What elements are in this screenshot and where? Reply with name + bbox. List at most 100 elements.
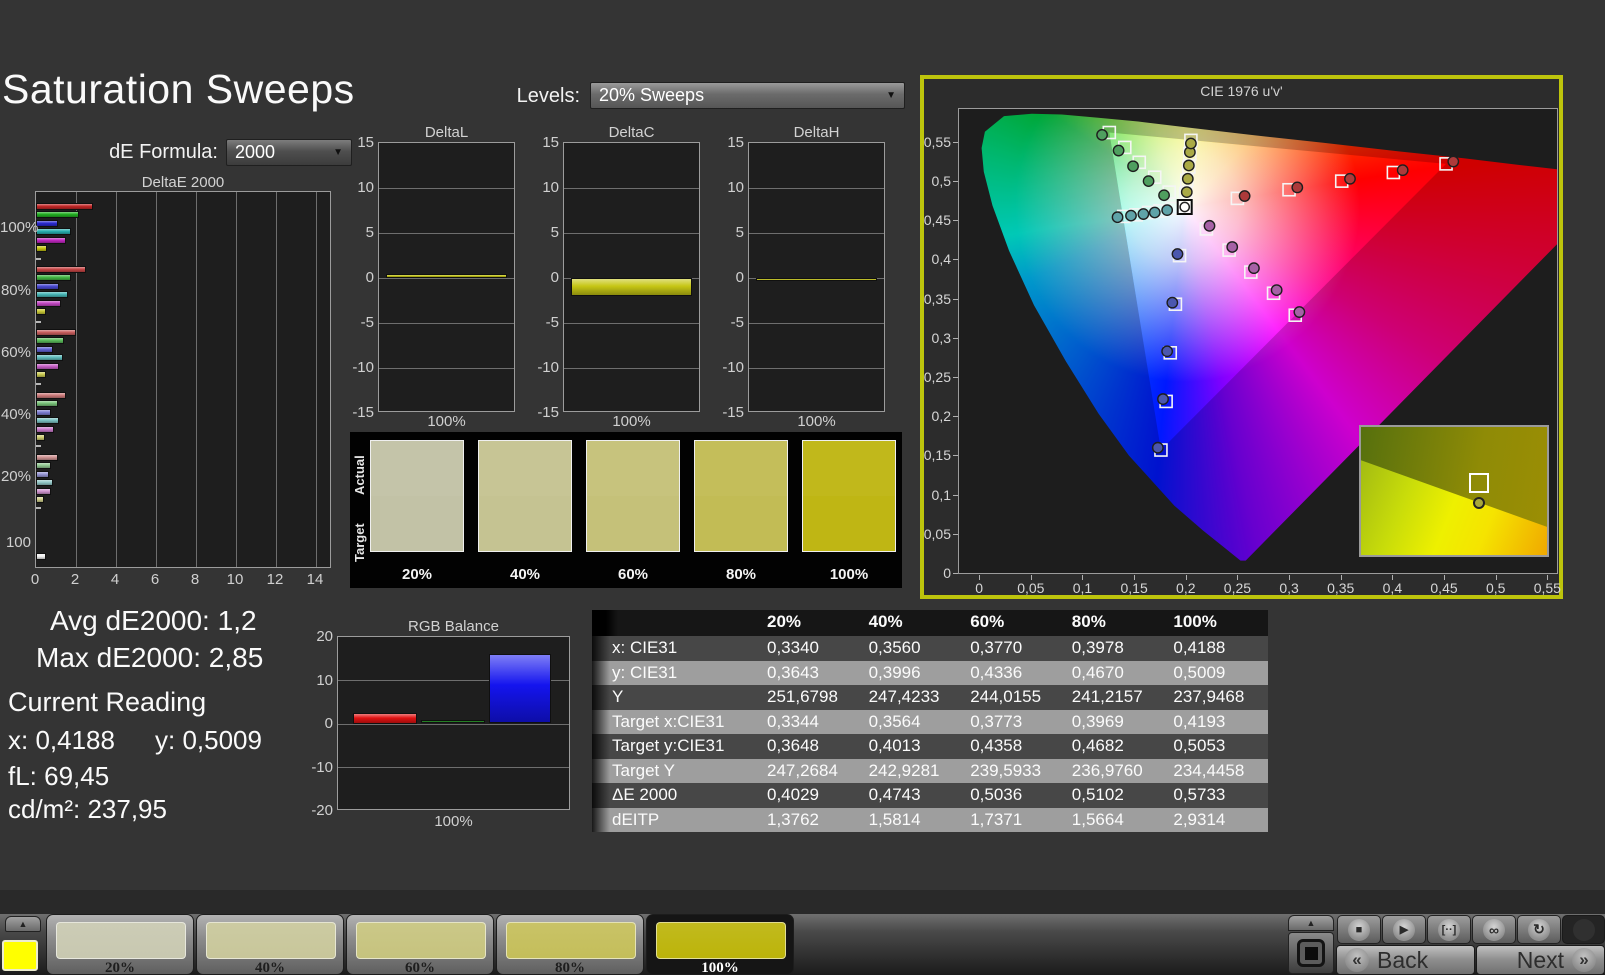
next-chevron-icon: » (1572, 948, 1596, 972)
back-button[interactable]: « Back (1336, 945, 1475, 975)
deltaC-chart (563, 142, 700, 412)
table-row: y: CIE31 0,3643 0,3996 0,4336 0,4670 0,5009 (592, 660, 1268, 685)
de-bar-blue-20% (36, 470, 50, 478)
deltah-x-label: 100% (797, 413, 836, 430)
patch-button-20%[interactable]: 20% (46, 914, 194, 975)
deltaH-chart (748, 142, 885, 412)
table-row: Target x:CIE31 0,3344 0,3564 0,3773 0,3969 0,… (592, 709, 1268, 734)
rgb-balance-chart (337, 636, 570, 810)
de-bar-red-100% (36, 203, 93, 210)
table-header: 60% (970, 612, 1005, 631)
deltal-title: DeltaL (424, 124, 469, 141)
sweep-swatch-100% (802, 440, 896, 552)
display-window-button[interactable] (1288, 932, 1334, 974)
patch-button-label: 60% (405, 960, 435, 975)
expand-up-button-left[interactable]: ▲ (5, 916, 41, 932)
marker-button[interactable]: [··] (1427, 915, 1471, 944)
de-bar-red-80% (36, 266, 86, 273)
deltaL-bar (386, 274, 507, 278)
play-button[interactable]: ▶ (1382, 915, 1426, 944)
deltac-x-label: 100% (612, 413, 651, 430)
reading-cdm2: cd/m²: 237,95 (8, 794, 167, 824)
actual-row-label: Actual (352, 455, 367, 495)
cie-measured-cyan-3 (1137, 208, 1150, 220)
table-header: 80% (1071, 612, 1106, 631)
cie-measured-cyan-4 (1125, 209, 1137, 222)
de-bar-green-40% (36, 400, 58, 408)
cie-1976-panel: CIE 1976 u'v' 0 0,05 0,1 0,15 0,2 0,25 0,3 0,35… (920, 75, 1563, 599)
patch-button-40%[interactable]: 40% (196, 914, 344, 975)
rgb-bar-green (421, 720, 485, 724)
cie-measured-red-4 (1396, 164, 1409, 177)
cie-measured-yellow-3 (1182, 159, 1195, 172)
cie-measured-yellow-5 (1185, 137, 1197, 150)
actual-target-swatch-strip: Actual Target 20% 40% 60% 80% 100% (350, 432, 902, 588)
inset-target-square (1468, 473, 1489, 494)
rgb-bar-red (353, 712, 417, 724)
sweep-swatch-80% (694, 440, 788, 552)
table-row: Y 251,6798 247,4233 244,0155 241,2157 237,946… (592, 685, 1268, 710)
sweep-swatch-label: 100% (829, 566, 869, 583)
sweep-swatch-label: 40% (509, 566, 541, 583)
refresh-button[interactable]: ↻ (1517, 915, 1561, 944)
blank-icon (1572, 918, 1595, 941)
cie-measured-blue-3 (1161, 345, 1174, 358)
de-formula-value: 2000 (235, 142, 276, 162)
levels-dropdown[interactable]: 20% Sweeps ▼ (590, 82, 905, 109)
cie-measured-yellow-1 (1180, 186, 1193, 199)
de-bar-cyan-40% (36, 417, 59, 425)
rgb-balance-title: RGB Balance (408, 618, 499, 635)
de-bar-red-60% (36, 329, 76, 336)
marker-icon: [··] (1438, 918, 1460, 941)
stop-button[interactable]: ■ (1337, 915, 1381, 944)
cie-measured-green-3 (1127, 160, 1139, 173)
infinity-button[interactable]: ∞ (1472, 915, 1516, 944)
sweep-swatch-label: 20% (401, 566, 433, 583)
patch-button-label: 80% (555, 960, 585, 975)
cie-measured-cyan-1 (1161, 204, 1174, 217)
deltah-title: DeltaH (793, 124, 840, 141)
cie-measured-green-1 (1158, 189, 1170, 202)
table-row: Target Y 247,2684 242,9281 239,5933 236,9760… (592, 758, 1268, 783)
de-bar-magenta-80% (36, 299, 61, 307)
cie-measured-blue-4 (1157, 393, 1169, 405)
current-color-swatch (2, 940, 38, 971)
de-formula-dropdown[interactable]: 2000 ▼ (226, 139, 352, 166)
next-button[interactable]: Next » (1476, 945, 1605, 975)
sweep-swatch-label: 60% (617, 566, 649, 583)
de-bar-cyan-60% (36, 354, 63, 362)
expand-up-button-right[interactable]: ▲ (1288, 915, 1334, 931)
reading-y: y: 0,5009 (155, 725, 262, 755)
de-bar-yellow-40% (36, 434, 46, 441)
levels-label: Levels: (516, 85, 580, 107)
cie-measured-magenta-2 (1226, 241, 1239, 253)
levels-value: 20% Sweeps (599, 85, 705, 105)
patch-button-80%[interactable]: 80% (496, 914, 644, 975)
sweep-swatch-label: 80% (725, 566, 757, 583)
deltaL-chart (378, 142, 515, 412)
cie-measured-red-3 (1344, 172, 1356, 185)
measurement-table: 20% 40% 60% 80% 100% x: CIE31 0,3340 0,3560 0,37… (592, 610, 1268, 832)
table-row: Target y:CIE31 0,3648 0,4013 0,4358 0,4682 0,… (592, 734, 1268, 759)
de-bar-yellow-100% (36, 245, 48, 252)
cie-measured-magenta-1 (1203, 219, 1216, 232)
de-bar-green-20% (36, 462, 51, 470)
cie-measured-blue-5 (1151, 441, 1164, 454)
patch-button-label: 100% (701, 960, 739, 975)
inset-measured-circle (1472, 497, 1485, 510)
patch-button-label: 40% (255, 960, 285, 975)
patch-button-100%[interactable]: 100% (646, 914, 794, 975)
table-header: 100% (1173, 612, 1217, 631)
deltae-chart (35, 191, 331, 568)
patch-button-60%[interactable]: 60% (346, 914, 494, 975)
rgb-bar-blue (489, 654, 551, 724)
reading-x: x: 0,4188 (8, 725, 115, 755)
de-bar-magenta-60% (36, 362, 59, 370)
cie-measured-yellow-2 (1181, 172, 1194, 185)
de-formula-label: dE Formula: (109, 141, 218, 163)
bottom-bar: ▲ 20% 40% 60% 80% 100% ▲ ■ ▶ [··] ∞ ↻ « Back Nex… (0, 890, 1605, 975)
cie-measured-magenta-4 (1270, 284, 1283, 297)
cie-measured-blue-2 (1166, 296, 1179, 309)
cie-measured-cyan-2 (1148, 206, 1161, 219)
de-bar-green-60% (36, 337, 65, 345)
